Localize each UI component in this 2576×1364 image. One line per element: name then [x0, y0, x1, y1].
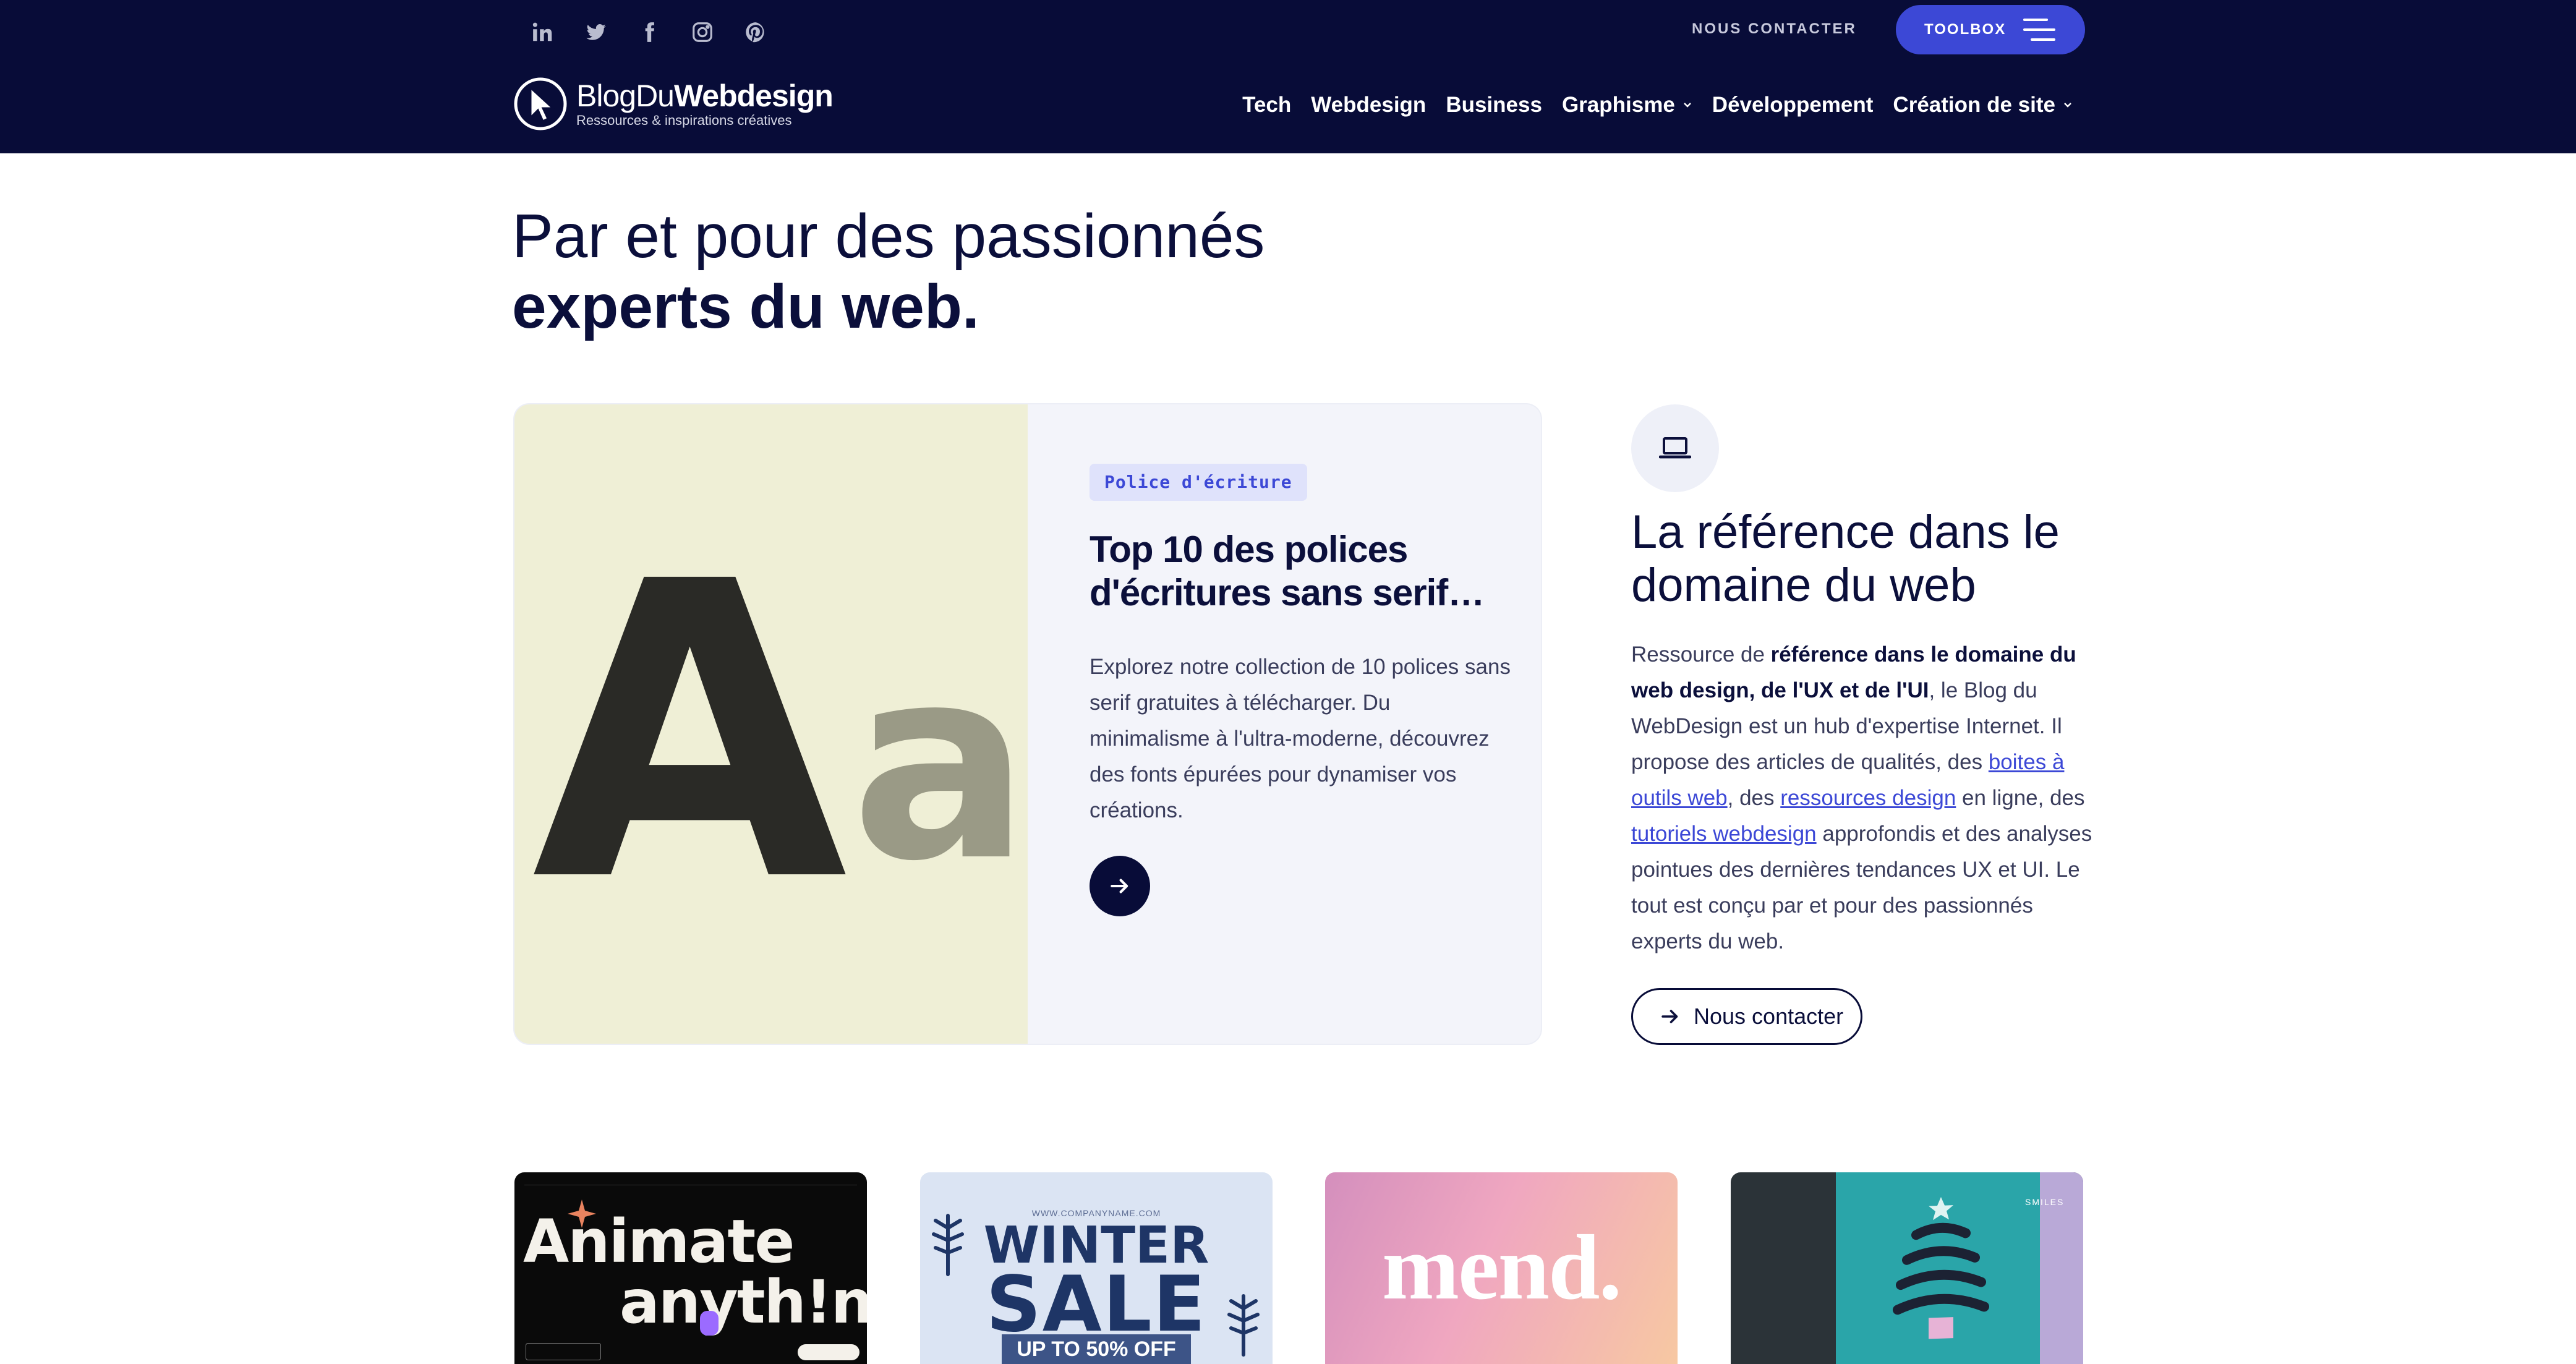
thumbnail-card-label: SMILES	[2025, 1197, 2065, 1207]
image-letter-big: A	[532, 495, 848, 971]
arrow-right-icon	[1661, 1010, 1678, 1023]
featured-article-card[interactable]: A a Police d'écriture Top 10 des polices…	[514, 404, 1541, 1044]
featured-article-excerpt: Explorez notre collection de 10 polices …	[1090, 655, 1511, 822]
category-tag[interactable]: Police d'écriture	[1090, 464, 1307, 501]
hero-title-line1: Par et pour des passionnés	[512, 202, 1265, 271]
logo-subtitle: Ressources & inspirations créatives	[576, 113, 792, 128]
thumbnail-text-line1: Animate	[523, 1207, 795, 1276]
nav-item-tech[interactable]: Tech	[1242, 93, 1291, 117]
social-links	[527, 19, 772, 46]
thumbnail-offer: UP TO 50% OFF	[1002, 1334, 1191, 1364]
laptop-icon	[1631, 404, 1719, 492]
thumbnail-shape	[700, 1311, 719, 1336]
main-nav: Tech Webdesign Business Graphisme Dévelo…	[1242, 87, 2073, 124]
thumbnail-pill	[798, 1344, 859, 1360]
image-letter-small: a	[851, 610, 1028, 919]
read-more-button[interactable]	[1090, 856, 1150, 916]
arrow-right-icon	[1111, 879, 1128, 893]
about-title: La référence dans le domaine du web	[1631, 506, 2060, 612]
thumbnail-caption-box	[526, 1343, 601, 1360]
featured-article-title[interactable]: Top 10 des polices d'écritures sans seri…	[1090, 528, 1498, 615]
linkedin-icon[interactable]	[527, 16, 559, 48]
header-contact-link[interactable]: NOUS CONTACTER	[1692, 20, 1857, 38]
contact-button-label: Nous contacter	[1694, 1004, 1844, 1029]
article-thumbnail-winter-sale[interactable]: WWW.COMPANYNAME.COM WINTER SALE UP TO 50…	[920, 1172, 1273, 1364]
logo-title: BlogDuWebdesign	[576, 79, 834, 113]
site-logo[interactable]: BlogDuWebdesign Ressources & inspiration…	[512, 73, 834, 135]
link-tutoriels-webdesign[interactable]: tutoriels webdesign	[1631, 822, 1817, 846]
article-thumbnail-mend[interactable]: mend.	[1325, 1172, 1678, 1364]
nav-item-webdesign[interactable]: Webdesign	[1311, 93, 1426, 117]
link-ressources-design[interactable]: ressources design	[1780, 786, 1956, 810]
thumbnail-greeting-card	[1836, 1172, 2040, 1364]
chevron-down-icon	[1683, 103, 1691, 108]
thumbnail-sale: SALE	[986, 1260, 1207, 1349]
hero-title-line2: experts du web.	[512, 272, 979, 341]
thumbnail-text-line2: anyth!ng	[620, 1268, 867, 1337]
instagram-icon[interactable]	[686, 16, 719, 48]
thumbnail-navbar	[524, 1179, 857, 1185]
nav-item-graphisme[interactable]: Graphisme	[1562, 93, 1692, 117]
twitter-icon[interactable]	[580, 16, 612, 48]
christmas-tree-icon	[1893, 1196, 1989, 1339]
pinterest-icon[interactable]	[740, 16, 772, 48]
article-thumbnail-animate[interactable]: Animate anyth!ng	[514, 1172, 867, 1364]
about-text: Ressource de référence dans le domaine d…	[1631, 642, 2092, 953]
article-thumbnail-card[interactable]: SMILES	[1731, 1172, 2083, 1364]
logo-cursor-icon	[514, 77, 567, 130]
chevron-down-icon	[2064, 103, 2071, 108]
toolbox-label: TOOLBOX	[1924, 21, 2007, 38]
logo-text: BlogDuWebdesign Ressources & inspiration…	[576, 79, 834, 129]
nav-item-creation-de-site[interactable]: Création de site	[1893, 93, 2073, 117]
nav-item-business[interactable]: Business	[1446, 93, 1542, 117]
facebook-icon[interactable]	[633, 16, 665, 48]
featured-article-image[interactable]: A a	[514, 404, 1028, 1044]
site-header: NOUS CONTACTER TOOLBOX BlogDuWebdesign R…	[0, 0, 2576, 153]
menu-icon	[2023, 19, 2055, 41]
toolbox-button[interactable]: TOOLBOX	[1896, 5, 2085, 54]
contact-button[interactable]: Nous contacter	[1631, 988, 1862, 1045]
nav-item-developpement[interactable]: Développement	[1712, 93, 1874, 117]
thumbnail-wordmark: mend.	[1382, 1216, 1622, 1319]
